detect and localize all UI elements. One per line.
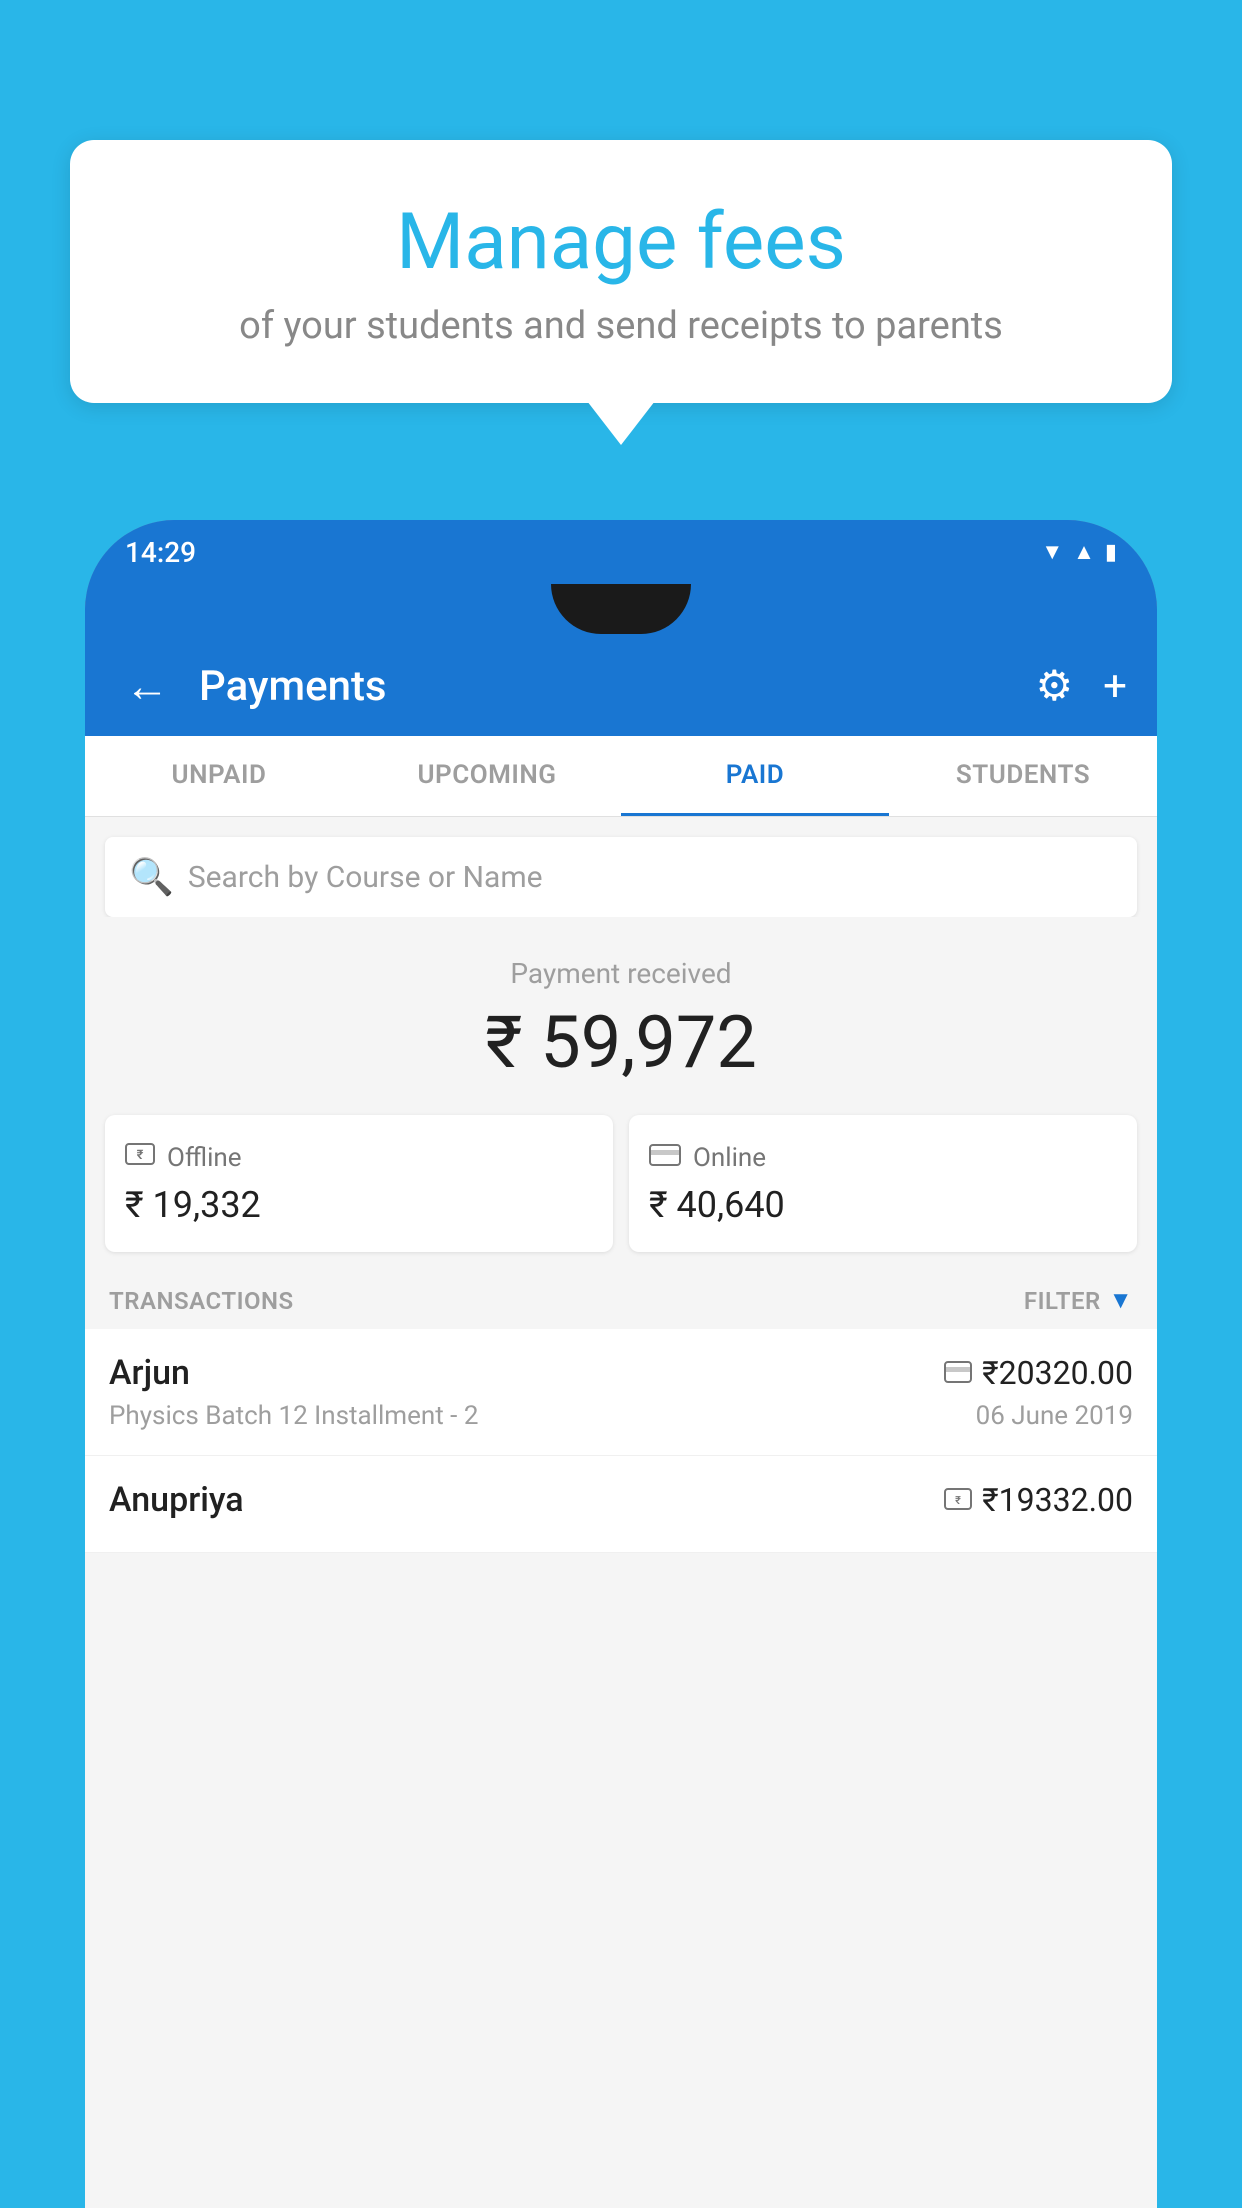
status-time: 14:29	[125, 536, 196, 569]
transactions-label: TRANSACTIONS	[109, 1287, 294, 1315]
transaction-row[interactable]: Arjun ₹20320.00 Physics	[85, 1329, 1157, 1456]
offline-card-amount: ₹ 19,332	[125, 1184, 593, 1226]
status-bar: 14:29 ▼ ▲ ▮	[85, 520, 1157, 584]
transaction-date-1: 06 June 2019	[976, 1401, 1133, 1431]
transaction-top-2: Anupriya ₹ ₹19332.00	[109, 1480, 1133, 1520]
offline-icon: ₹	[125, 1141, 155, 1174]
filter-label: FILTER	[1024, 1287, 1101, 1315]
signal-icon: ▲	[1073, 539, 1095, 565]
tab-upcoming[interactable]: UPCOMING	[353, 736, 621, 816]
status-icons: ▼ ▲ ▮	[1041, 539, 1117, 565]
payment-received-label: Payment received	[105, 957, 1137, 990]
notch-area	[85, 584, 1157, 636]
filter-button[interactable]: FILTER ▼	[1024, 1286, 1133, 1315]
tab-students[interactable]: STUDENTS	[889, 736, 1157, 816]
wifi-icon: ▼	[1041, 539, 1063, 565]
payment-summary: Payment received ₹ 59,972	[85, 917, 1157, 1105]
top-bar-combined: 14:29 ▼ ▲ ▮ ← Payments ⚙	[85, 520, 1157, 736]
offline-payment-icon-2: ₹	[944, 1484, 972, 1517]
app-bar: ← Payments ⚙ +	[85, 636, 1157, 736]
app-bar-title: Payments	[199, 662, 1016, 711]
speech-bubble-card: Manage fees of your students and send re…	[70, 140, 1172, 403]
phone-inner: 14:29 ▼ ▲ ▮ ← Payments ⚙	[85, 520, 1157, 2208]
add-icon[interactable]: +	[1103, 662, 1127, 711]
transactions-header: TRANSACTIONS FILTER ▼	[85, 1272, 1157, 1329]
transaction-name-2: Anupriya	[109, 1480, 244, 1520]
notch	[551, 584, 691, 634]
search-placeholder: Search by Course or Name	[188, 860, 543, 895]
transaction-top-1: Arjun ₹20320.00	[109, 1353, 1133, 1393]
payment-amount: ₹ 59,972	[105, 1000, 1137, 1085]
transaction-bottom-1: Physics Batch 12 Installment - 2 06 June…	[109, 1401, 1133, 1431]
transaction-amount-wrap-1: ₹20320.00	[944, 1354, 1133, 1392]
settings-icon[interactable]: ⚙	[1036, 661, 1074, 711]
online-card-type: Online	[693, 1143, 766, 1173]
search-icon: 🔍	[129, 856, 174, 898]
transaction-amount-wrap-2: ₹ ₹19332.00	[944, 1481, 1133, 1519]
transaction-name-1: Arjun	[109, 1353, 190, 1393]
svg-text:₹: ₹	[955, 1494, 961, 1507]
search-bar[interactable]: 🔍 Search by Course or Name	[105, 837, 1137, 917]
offline-card-type: Offline	[167, 1143, 242, 1173]
speech-bubble-title: Manage fees	[120, 200, 1122, 286]
online-card-header: Online	[649, 1141, 1117, 1174]
app-content: 🔍 Search by Course or Name Payment recei…	[85, 817, 1157, 2208]
tab-unpaid[interactable]: UNPAID	[85, 736, 353, 816]
filter-icon: ▼	[1109, 1286, 1133, 1315]
phone-frame: 14:29 ▼ ▲ ▮ ← Payments ⚙	[85, 520, 1157, 2208]
speech-bubble-subtitle: of your students and send receipts to pa…	[120, 304, 1122, 348]
battery-icon: ▮	[1105, 540, 1117, 565]
screen: 14:29 ▼ ▲ ▮ ← Payments ⚙	[85, 520, 1157, 2208]
online-icon	[649, 1141, 681, 1174]
online-card: Online ₹ 40,640	[629, 1115, 1137, 1252]
svg-text:₹: ₹	[137, 1148, 144, 1163]
transaction-amount-2: ₹19332.00	[982, 1481, 1133, 1519]
app-bar-actions: ⚙ +	[1036, 661, 1128, 711]
tab-bar: UNPAID UPCOMING PAID STUDENTS	[85, 736, 1157, 817]
transaction-amount-1: ₹20320.00	[982, 1354, 1133, 1392]
online-card-amount: ₹ 40,640	[649, 1184, 1117, 1226]
offline-card-header: ₹ Offline	[125, 1141, 593, 1174]
cards-row: ₹ Offline ₹ 19,332	[85, 1105, 1157, 1272]
tab-paid[interactable]: PAID	[621, 736, 889, 816]
transaction-desc-1: Physics Batch 12 Installment - 2	[109, 1401, 478, 1431]
transaction-row-2[interactable]: Anupriya ₹ ₹19332.00	[85, 1456, 1157, 1553]
online-payment-icon-1	[944, 1357, 972, 1390]
offline-card: ₹ Offline ₹ 19,332	[105, 1115, 613, 1252]
back-button[interactable]: ←	[115, 650, 179, 722]
